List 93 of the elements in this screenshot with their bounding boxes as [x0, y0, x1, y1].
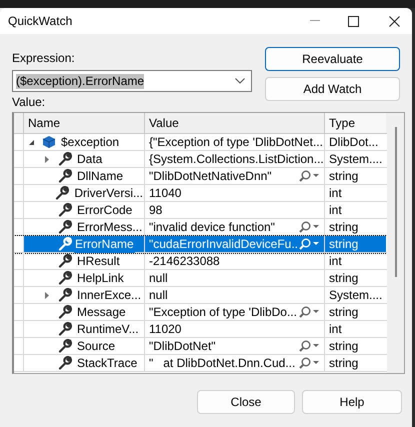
value-cell-text: 11020 [149, 320, 182, 338]
visualizer-search-icon[interactable] [299, 170, 320, 182]
type-cell-text: string [328, 219, 360, 235]
name-cell: Source [76, 338, 116, 354]
column-header[interactable]: Name [24, 113, 145, 133]
tree-row[interactable]: RuntimeV... 11020 int [14, 321, 387, 338]
value-cell-text: "DlibDotNet" [149, 338, 217, 354]
type-cell-text: string [328, 338, 360, 354]
wrench-icon [58, 356, 72, 370]
tree-row[interactable]: Message "Exception of type 'DlibDo... string [14, 304, 387, 321]
wrench-icon [58, 254, 72, 268]
expression-value: ($exception).ErrorName [16, 74, 144, 88]
help-button[interactable]: Help [302, 390, 402, 414]
tree-row[interactable]: DriverVersi... 11040 int [14, 185, 387, 202]
add-watch-button[interactable]: Add Watch [265, 77, 400, 101]
value-cell-text: null [149, 270, 169, 286]
expander-icon[interactable] [28, 138, 35, 146]
selected-row[interactable]: ErrorName "cudaErrorInvalidDeviceFu... string [14, 236, 387, 253]
chevron-down-icon [235, 78, 245, 84]
name-cell: InnerExce... [76, 286, 142, 304]
visualizer-search-icon[interactable] [299, 221, 320, 233]
value-cell-text: "invalid device function" [149, 218, 276, 236]
type-cell-text: string [328, 270, 360, 286]
type-cell-text: int [328, 253, 343, 269]
visualizer-search-icon[interactable] [299, 340, 320, 352]
value-cell: "cudaErrorInvalidDeviceFu... [149, 236, 299, 252]
value-label: Value: [12, 95, 46, 110]
scrollbar-thumb[interactable] [394, 127, 396, 277]
name-cell: StackTrace [76, 354, 138, 372]
name-cell: ErrorCode [76, 202, 134, 218]
minimize-icon[interactable] [310, 20, 320, 22]
name-cell: HelpLink [76, 270, 125, 286]
value-cell: {"Exception of type 'DlibDotNet... [149, 134, 324, 150]
value-cell-text: "Exception of type 'DlibDo... [149, 304, 298, 320]
tree-row[interactable]: HelpLink null string [14, 270, 387, 287]
wrench-icon [58, 169, 72, 183]
wrench-icon [58, 305, 72, 319]
wrench-icon [55, 186, 70, 200]
name-cell: RuntimeV... [76, 320, 140, 338]
value-cell: {System.Collections.ListDiction... [149, 150, 324, 168]
visualizer-search-icon[interactable] [299, 357, 320, 369]
value-cell-text: null [149, 286, 169, 304]
wrench-icon [58, 288, 72, 302]
tree-row[interactable]: $exception {"Exception of type 'DlibDotNet... DlibDot... [14, 134, 387, 151]
tree-row[interactable]: InnerExce... null System.... [14, 287, 387, 304]
tree-row[interactable]: DllName "DlibDotNetNativeDnn" string [14, 168, 387, 185]
type-cell-text: int [328, 202, 343, 218]
name-cell: ErrorMess... [76, 218, 144, 236]
name-cell: DriverVersi... [73, 184, 144, 202]
tree-row[interactable]: StackTrace " at DlibDotNet.Dnn.Cud... string [14, 355, 387, 372]
tree-row[interactable]: HResult -2146233088 int [14, 253, 387, 270]
wrench-icon [58, 203, 72, 217]
value-cell-text: 11040 [149, 184, 182, 202]
wrench-icon [58, 271, 72, 285]
wrench-icon [58, 322, 72, 336]
visualizer-search-icon[interactable] [299, 306, 320, 318]
type-cell-text: DlibDot... [328, 134, 380, 150]
object-icon [42, 135, 56, 149]
name-cell: Message [76, 304, 127, 320]
name-cell: HResult [76, 252, 121, 270]
close-button[interactable]: Close [197, 390, 295, 414]
tree-row[interactable]: ErrorCode 98 int [14, 202, 387, 219]
wrench-icon [58, 339, 72, 353]
wrench-icon [58, 152, 72, 166]
type-cell-text: System.... [328, 287, 384, 303]
tree-row[interactable]: Data {System.Collections.ListDiction... System.... [14, 151, 387, 168]
tree-row[interactable]: Source "DlibDotNet" string [14, 338, 387, 355]
expander-icon[interactable] [44, 292, 50, 298]
type-cell-text: int [328, 321, 343, 337]
value-cell-text: 98 [149, 202, 164, 218]
reevaluate-button[interactable]: Reevaluate [265, 47, 400, 71]
value-cell-text: "DlibDotNetNativeDnn" [149, 168, 273, 184]
visualizer-search-icon[interactable] [299, 238, 320, 250]
type-cell-text: string [328, 168, 360, 184]
wrench-icon [58, 237, 72, 251]
type-cell-text: string [328, 304, 360, 320]
expander-icon[interactable] [44, 156, 50, 162]
type-cell-text: string [328, 355, 360, 371]
expression-combo[interactable]: ($exception).ErrorName [12, 70, 252, 92]
value-cell-text: -2146233088 [149, 252, 221, 270]
column-header[interactable]: Type [325, 113, 386, 133]
type-cell-text: System.... [328, 151, 384, 167]
name-cell: DllName [76, 168, 124, 184]
window-title: QuickWatch [8, 13, 74, 30]
name-cell: Data [76, 150, 104, 168]
maximize-icon[interactable] [348, 16, 359, 26]
expression-label: Expression: [12, 51, 76, 66]
type-cell: string [325, 236, 386, 252]
close-icon[interactable] [389, 16, 400, 26]
type-cell-text: int [328, 185, 343, 201]
name-cell: $exception [60, 134, 120, 150]
wrench-icon [58, 220, 72, 234]
value-cell-text: " at DlibDotNet.Dnn.Cud... [149, 354, 296, 372]
